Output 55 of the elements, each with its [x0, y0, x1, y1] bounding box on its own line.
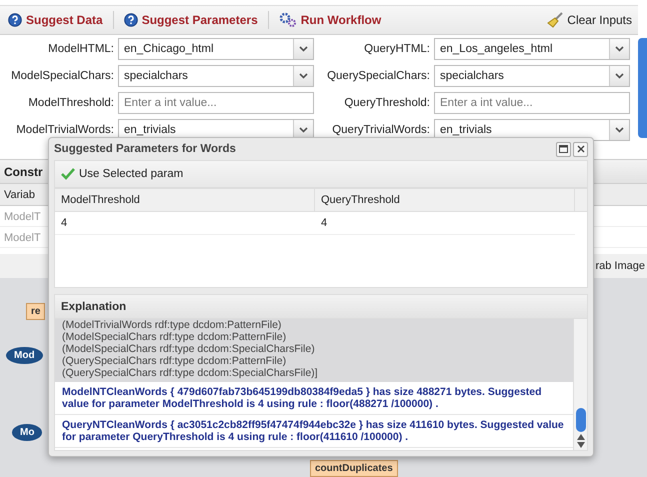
caret-icon	[299, 46, 308, 52]
select-field[interactable]: specialchars	[118, 65, 314, 87]
grab-image-button[interactable]: rab Image	[595, 260, 645, 272]
input-field[interactable]: Enter a int value...	[434, 92, 630, 114]
toolbar-button[interactable]: Suggest Data	[6, 13, 105, 27]
field-label: ModelTrivialWords:	[15, 124, 114, 136]
caret-icon	[615, 46, 624, 52]
maximize-icon	[559, 145, 568, 153]
select-field[interactable]: en_Los_angeles_html	[434, 38, 630, 60]
column-header: ModelThreshold	[55, 189, 315, 211]
maximize-button[interactable]	[556, 142, 571, 156]
input-field[interactable]: Enter a int value...	[118, 92, 314, 114]
field-label: ModelSpecialChars:	[10, 70, 114, 82]
field-label: ModelThreshold:	[27, 97, 114, 109]
gears-icon	[278, 12, 297, 28]
scrollbar-thumb[interactable]	[576, 408, 586, 432]
caret-icon	[615, 127, 624, 133]
scrollbar[interactable]	[573, 319, 587, 450]
field-label: QueryHTML:	[363, 43, 430, 55]
toolbar-button[interactable]: Suggest Parameters	[122, 13, 260, 27]
suggestion-message: ModelNTCleanWords { 479d607fab73b645199db80384f9eda5 } has size 488271 bytes. Suggested value for parameter ModelThreshold is 4 using rule : floor(488271 /100000) .	[55, 382, 573, 415]
help-icon	[8, 13, 22, 27]
field-label: QueryThreshold:	[343, 97, 430, 109]
caret-icon	[615, 73, 624, 79]
log-line: (ModelSpecialChars rdf:type dcdom:PatternFile)	[62, 331, 288, 343]
help-icon	[124, 13, 138, 27]
checkmark-icon	[61, 168, 75, 180]
dialog-title: Suggested Parameters for Words	[54, 143, 236, 155]
use-selected-button[interactable]: Use Selected param	[55, 168, 190, 180]
component-node: countDuplicates	[310, 460, 398, 477]
variable-node: Mod	[6, 347, 43, 364]
toolbar-button[interactable]: Run Workflow	[276, 12, 384, 28]
scroll-down-icon[interactable]	[576, 442, 584, 448]
field-label: QuerySpecialChars:	[326, 70, 430, 82]
close-icon	[576, 145, 584, 153]
field-label: QueryTrivialWords:	[331, 124, 430, 136]
log-line: (QuerySpecialChars rdf:type dcdom:SpecialCharsFile)]	[62, 367, 319, 379]
variable-node: Mo	[12, 424, 42, 441]
suggestion-message: QueryNTCleanWords { ac3051c2cb82ff95f47474f944ebc32e } has size 411610 bytes. Suggested value for parameter QueryThreshold is 4 using rule : floor(411610 /100000) .	[55, 415, 573, 448]
log-line: (ModelSpecialChars rdf:type dcdom:SpecialCharsFile)	[62, 343, 316, 355]
log-line: (ModelTrivialWords rdf:type dcdom:PatternFile)	[62, 319, 282, 331]
scrollbar[interactable]	[638, 38, 647, 138]
caret-icon	[299, 127, 308, 133]
select-field[interactable]: en_Chicago_html	[118, 38, 314, 60]
component-node: re	[26, 303, 46, 320]
caret-icon	[299, 73, 308, 79]
scroll-up-icon[interactable]	[576, 434, 584, 440]
log-line: (QuerySpecialChars rdf:type dcdom:PatternFile)	[62, 355, 288, 367]
section-header: Explanation	[54, 294, 588, 318]
select-field[interactable]: specialchars	[434, 65, 630, 87]
clear-inputs-button[interactable]: Clear Inputs	[547, 12, 632, 28]
close-button[interactable]	[573, 142, 588, 156]
field-label: ModelHTML:	[47, 43, 114, 55]
broom-icon	[547, 12, 564, 28]
column-header: QueryThreshold	[315, 189, 575, 211]
